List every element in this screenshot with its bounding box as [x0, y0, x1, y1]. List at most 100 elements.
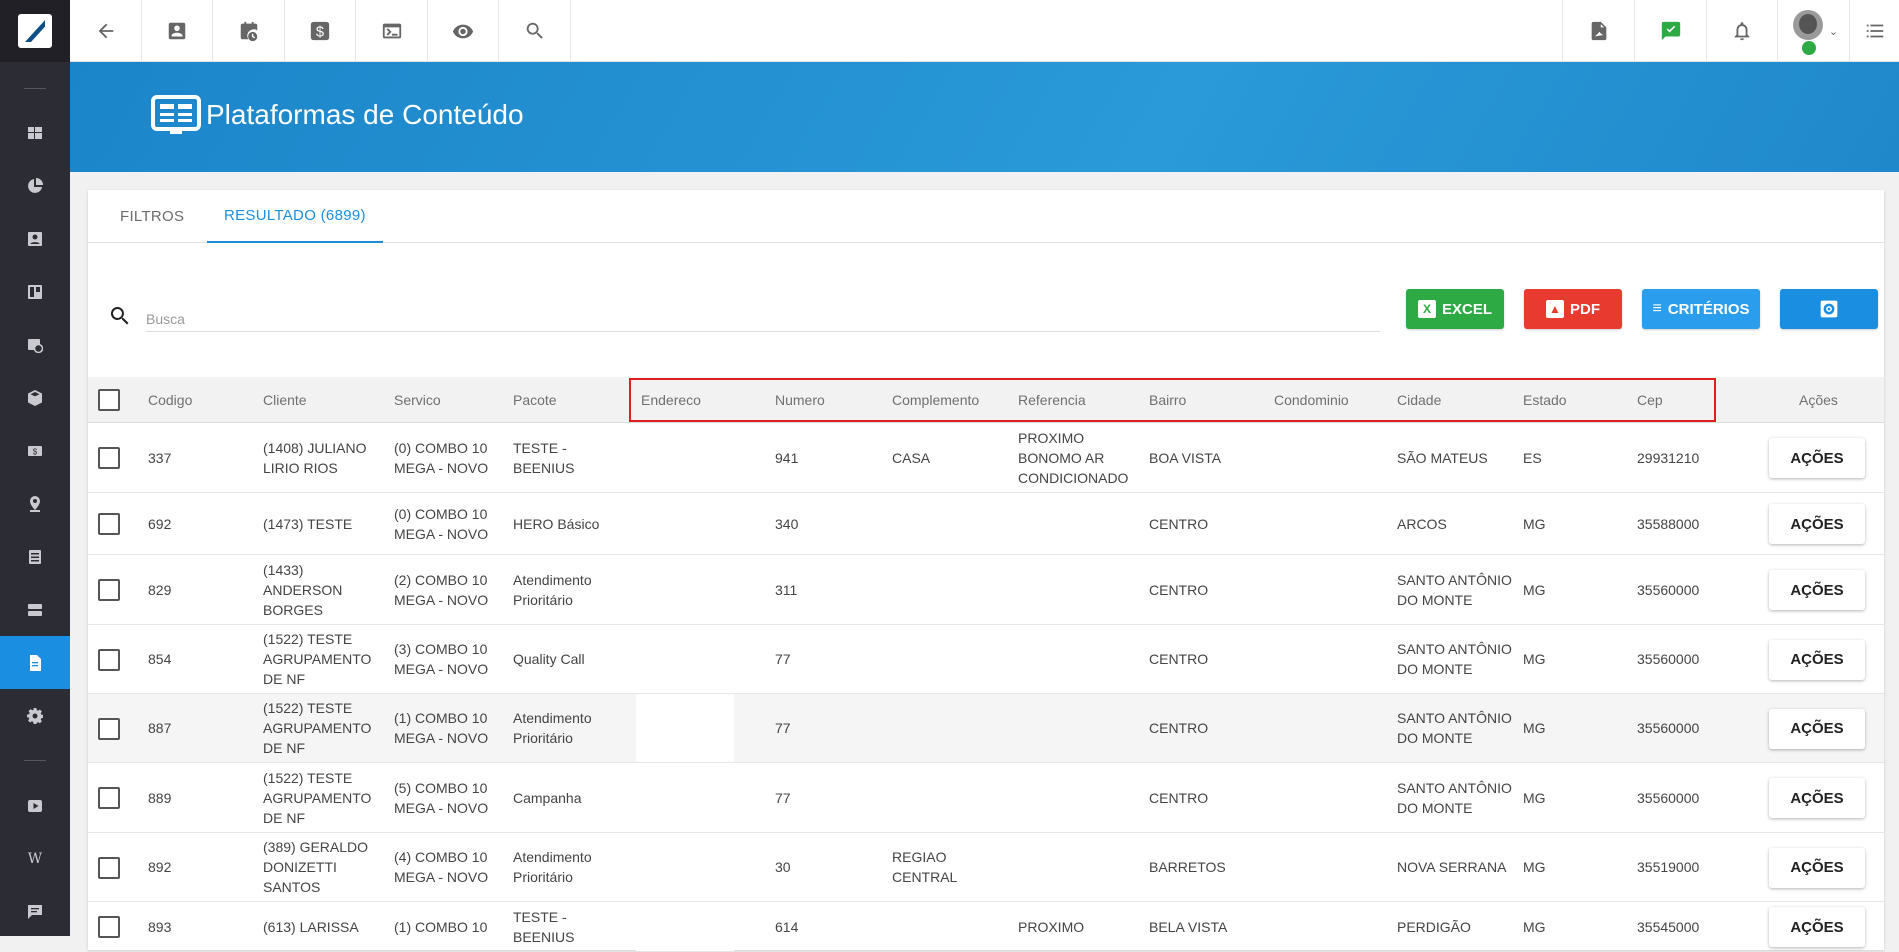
acoes-button[interactable]: AÇÕES [1769, 847, 1865, 888]
cell-servico: (0) COMBO 10 MEGA - NOVO [394, 505, 489, 542]
cell-cliente: (1522) TESTE AGRUPAMENTO DE NF [263, 631, 372, 687]
sidebar-item-gear[interactable] [0, 689, 70, 742]
acoes-button[interactable]: AÇÕES [1769, 438, 1865, 478]
chat-check-icon[interactable] [1634, 0, 1706, 62]
sidebar-item-file[interactable] [0, 636, 70, 689]
pdf-icon[interactable] [1562, 0, 1634, 62]
cell-endereco [641, 694, 761, 762]
cell-pacote: Atendimento Prioritário [513, 710, 592, 746]
row-checkbox[interactable] [98, 447, 120, 469]
cell-referencia: PROXIMO [1018, 918, 1085, 935]
sidebar-item-pie-chart[interactable] [0, 159, 70, 212]
sidebar-item-contact-card[interactable] [0, 212, 70, 265]
row-checkbox[interactable] [98, 648, 120, 671]
row-checkbox[interactable] [98, 579, 120, 601]
calendar-clock-icon [27, 337, 43, 353]
sidebar-item-board[interactable] [0, 265, 70, 318]
sidebar-item-money[interactable]: $ [0, 424, 70, 477]
search-input[interactable] [146, 306, 1380, 332]
sidebar-item-document-list[interactable] [0, 530, 70, 583]
back-arrow-icon[interactable] [70, 0, 142, 62]
cell-bairro: CENTRO [1149, 515, 1209, 532]
cell-numero: 941 [775, 449, 799, 466]
table-row[interactable]: 892 (389) GERALDO DONIZETTI SANTOS (4) COM… [88, 833, 1884, 902]
table-row[interactable]: 337 (1408) JULIANO LIRIO RIOS (0) COMBO 10… [88, 423, 1884, 493]
row-checkbox[interactable] [98, 717, 120, 740]
sidebar-item-wiki[interactable]: W [0, 832, 70, 885]
table-row[interactable]: 887 (1522) TESTE AGRUPAMENTO DE NF (1) COM… [88, 694, 1884, 763]
dashboard-icon [27, 125, 43, 141]
acoes-button[interactable]: AÇÕES [1769, 778, 1865, 818]
cell-codigo: 337 [148, 449, 172, 466]
acoes-button[interactable]: AÇÕES [1769, 907, 1865, 947]
cell-cidade: NOVA SERRANA [1397, 859, 1507, 875]
cell-endereco [641, 555, 761, 624]
row-checkbox[interactable] [98, 787, 120, 809]
acoes-button[interactable]: AÇÕES [1769, 570, 1865, 610]
avatar[interactable]: ⌄ [1777, 0, 1849, 62]
gear-icon [27, 707, 43, 724]
cell-endereco [641, 763, 761, 832]
pdf-button-label: PDF [1570, 300, 1600, 318]
sidebar-item-chat[interactable] [0, 885, 70, 938]
cell-pacote: Quality Call [513, 651, 585, 667]
calendar-clock-icon[interactable] [213, 0, 285, 62]
header-servico[interactable]: Servico [394, 377, 441, 423]
row-checkbox[interactable] [98, 513, 120, 535]
cell-cep: 29931210 [1637, 449, 1700, 466]
row-checkbox[interactable] [98, 916, 120, 938]
cell-condominio [1274, 763, 1384, 832]
filter-icon: ≡ [1652, 300, 1662, 317]
header-codigo[interactable]: Codigo [148, 377, 192, 423]
cell-cidade: ARCOS [1397, 515, 1447, 532]
cell-complemento: REGIAO CENTRAL [892, 849, 958, 885]
cell-cep: 35560000 [1637, 651, 1700, 667]
pdf-button[interactable]: ▲ PDF [1524, 289, 1622, 329]
cell-numero: 30 [775, 859, 791, 875]
table-header: Codigo Cliente Servico Pacote Endereco N… [88, 377, 1884, 423]
search-icon[interactable] [499, 0, 571, 62]
table-row[interactable]: 829 (1433) ANDERSON BORGES (2) COMBO 10 ME… [88, 555, 1884, 625]
settings-button[interactable] [1780, 289, 1878, 329]
cell-pacote: Campanha [513, 789, 582, 806]
cell-endereco [641, 833, 761, 901]
tab-filtros[interactable]: FILTROS [120, 190, 184, 243]
row-checkbox[interactable] [98, 856, 120, 879]
sidebar-item-server[interactable] [0, 583, 70, 636]
sidebar-item-map-pin[interactable] [0, 477, 70, 530]
table-row[interactable]: 889 (1522) TESTE AGRUPAMENTO DE NF (5) COM… [88, 763, 1884, 833]
app-logo[interactable] [0, 0, 70, 62]
acoes-button[interactable]: AÇÕES [1769, 708, 1865, 749]
eye-icon[interactable] [428, 0, 499, 62]
table-row[interactable]: 893 (613) LARISSA (1) COMBO 10 TESTE - BEEN… [88, 902, 1884, 952]
cell-estado: MG [1523, 515, 1546, 532]
header-pacote[interactable]: Pacote [513, 377, 557, 423]
bell-icon[interactable] [1706, 0, 1777, 62]
sidebar-item-video[interactable] [0, 779, 70, 832]
sidebar-item-calendar-clock[interactable] [0, 318, 70, 371]
cell-cep: 35560000 [1637, 789, 1700, 806]
cell-servico: (0) COMBO 10 MEGA - NOVO [394, 439, 489, 476]
dollar-icon[interactable]: $ [285, 0, 356, 62]
cell-cep: 35560000 [1637, 581, 1700, 598]
cell-bairro: CENTRO [1149, 651, 1209, 667]
table-row[interactable]: 854 (1522) TESTE AGRUPAMENTO DE NF (3) COM… [88, 625, 1884, 694]
table-body: 337 (1408) JULIANO LIRIO RIOS (0) COMBO 10… [88, 423, 1884, 952]
sidebar-item-box[interactable] [0, 371, 70, 424]
table-row[interactable]: 692 (1473) TESTE (0) COMBO 10 MEGA - NOVO H… [88, 493, 1884, 555]
tab-resultado[interactable]: RESULTADO (6899) [207, 190, 383, 243]
terminal-icon[interactable] [356, 0, 428, 62]
acoes-button[interactable]: AÇÕES [1769, 504, 1865, 544]
criterios-button[interactable]: ≡ CRITÉRIOS [1642, 289, 1760, 329]
select-all-checkbox[interactable] [98, 389, 120, 411]
excel-button[interactable]: X EXCEL [1406, 289, 1504, 329]
header-cliente[interactable]: Cliente [263, 377, 307, 423]
contact-icon[interactable] [142, 0, 213, 62]
cell-referencia [1018, 493, 1138, 554]
acoes-button[interactable]: AÇÕES [1769, 639, 1865, 680]
cell-cidade: SANTO ANTÔNIO DO MONTE [1397, 571, 1512, 608]
cell-complemento [892, 625, 1002, 693]
cell-endereco [641, 493, 761, 554]
sidebar-item-dashboard[interactable] [0, 106, 70, 159]
list-icon[interactable] [1849, 0, 1899, 62]
